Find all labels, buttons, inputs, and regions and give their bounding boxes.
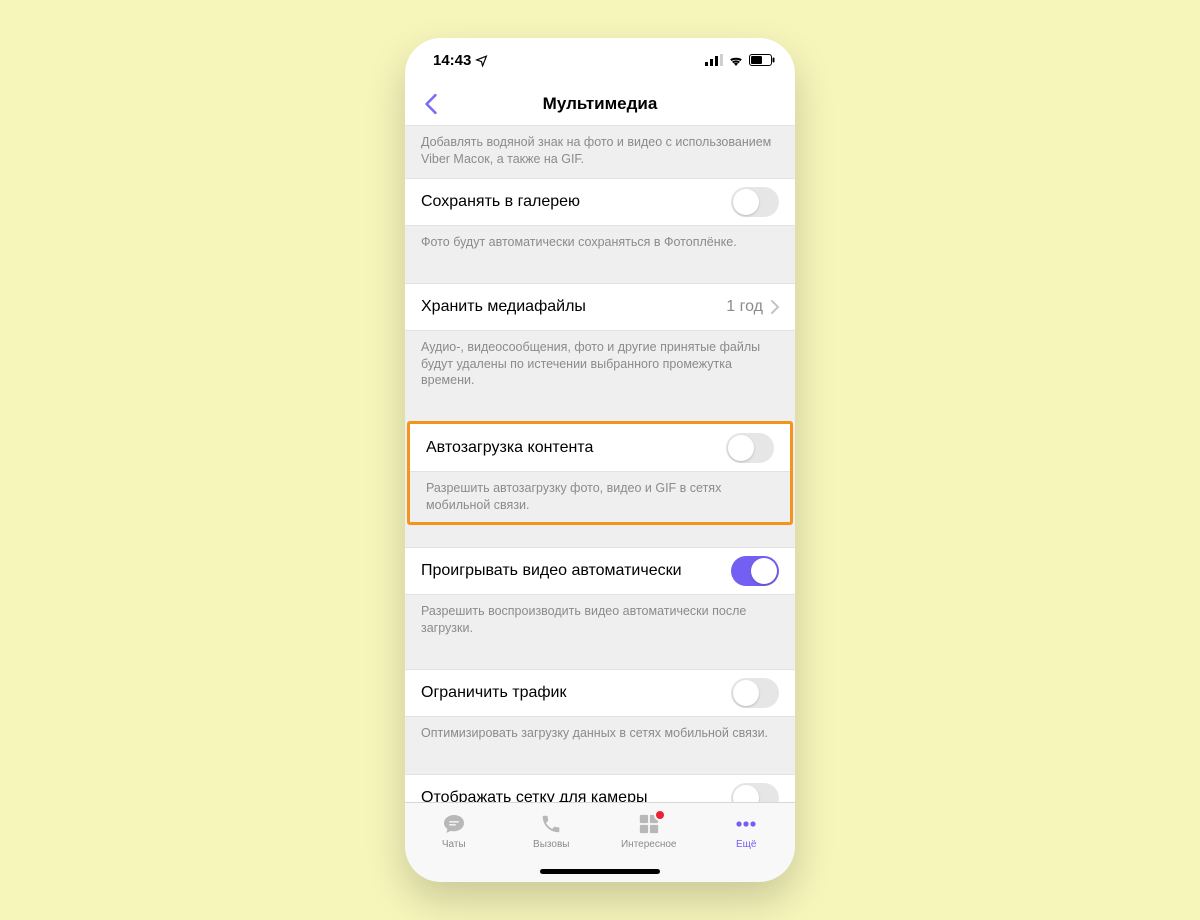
camera-grid-label: Отображать сетку для камеры bbox=[421, 789, 647, 802]
chat-icon bbox=[441, 811, 467, 837]
tab-bar: Чаты Вызовы Интересное Ещё bbox=[405, 802, 795, 882]
settings-content: Добавлять водяной знак на фото и видео с… bbox=[405, 126, 795, 802]
limit-traffic-label: Ограничить трафик bbox=[421, 684, 566, 702]
page-title: Мультимедиа bbox=[405, 94, 795, 114]
save-to-gallery-row[interactable]: Сохранять в галерею bbox=[405, 178, 795, 226]
home-indicator[interactable] bbox=[540, 869, 660, 874]
phone-frame: 14:43 Мультимедиа Добавлять водяной знак… bbox=[405, 38, 795, 882]
status-time: 14:43 bbox=[433, 52, 471, 69]
tab-chats[interactable]: Чаты bbox=[405, 811, 503, 850]
more-icon bbox=[733, 811, 759, 837]
wifi-icon bbox=[728, 54, 744, 66]
save-to-gallery-toggle[interactable] bbox=[731, 187, 779, 217]
cellular-signal-icon bbox=[705, 54, 723, 66]
explore-icon bbox=[636, 811, 662, 837]
autoplay-video-row[interactable]: Проигрывать видео автоматически bbox=[405, 547, 795, 595]
autoload-content-label: Автозагрузка контента bbox=[426, 439, 593, 457]
autoplay-video-description: Разрешить воспроизводить видео автоматич… bbox=[405, 595, 795, 647]
notification-badge bbox=[654, 809, 666, 821]
store-media-description: Аудио-, видеосообщения, фото и другие пр… bbox=[405, 331, 795, 400]
limit-traffic-toggle[interactable] bbox=[731, 678, 779, 708]
store-media-label: Хранить медиафайлы bbox=[421, 298, 586, 316]
camera-grid-toggle[interactable] bbox=[731, 783, 779, 802]
tab-chats-label: Чаты bbox=[442, 839, 466, 850]
store-media-row[interactable]: Хранить медиафайлы 1 год bbox=[405, 283, 795, 331]
tab-calls[interactable]: Вызовы bbox=[503, 811, 601, 850]
store-media-value: 1 год bbox=[726, 298, 763, 316]
camera-grid-row[interactable]: Отображать сетку для камеры bbox=[405, 774, 795, 802]
autoload-content-row[interactable]: Автозагрузка контента bbox=[410, 424, 790, 472]
autoplay-video-toggle[interactable] bbox=[731, 556, 779, 586]
tab-explore-label: Интересное bbox=[621, 839, 677, 850]
watermark-description: Добавлять водяной знак на фото и видео с… bbox=[405, 126, 795, 178]
status-bar: 14:43 bbox=[405, 38, 795, 82]
autoplay-video-label: Проигрывать видео автоматически bbox=[421, 562, 682, 580]
nav-header: Мультимедиа bbox=[405, 82, 795, 126]
highlighted-setting: Автозагрузка контента Разрешить автозагр… bbox=[407, 421, 793, 525]
back-button[interactable] bbox=[411, 82, 451, 125]
tab-more-label: Ещё bbox=[736, 839, 756, 850]
save-to-gallery-description: Фото будут автоматически сохраняться в Ф… bbox=[405, 226, 795, 261]
save-to-gallery-label: Сохранять в галерею bbox=[421, 193, 580, 211]
chevron-right-icon bbox=[771, 300, 779, 314]
tab-explore[interactable]: Интересное bbox=[600, 811, 698, 850]
autoload-content-description: Разрешить автозагрузку фото, видео и GIF… bbox=[410, 472, 790, 522]
autoload-content-toggle[interactable] bbox=[726, 433, 774, 463]
tab-calls-label: Вызовы bbox=[533, 839, 569, 850]
battery-icon bbox=[749, 54, 775, 66]
phone-icon bbox=[538, 811, 564, 837]
limit-traffic-description: Оптимизировать загрузку данных в сетях м… bbox=[405, 717, 795, 752]
location-icon bbox=[475, 54, 488, 67]
tab-more[interactable]: Ещё bbox=[698, 811, 796, 850]
limit-traffic-row[interactable]: Ограничить трафик bbox=[405, 669, 795, 717]
